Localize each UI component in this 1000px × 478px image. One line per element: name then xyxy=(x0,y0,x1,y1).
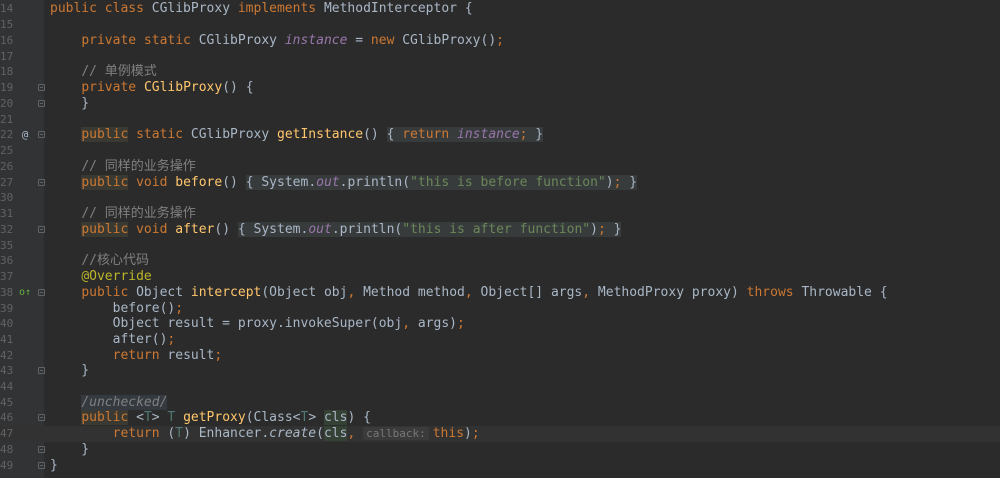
line-number: 25 xyxy=(0,144,13,157)
code-text[interactable]: public static CGlibProxy getInstance() {… xyxy=(50,127,544,143)
fold-toggle[interactable] xyxy=(38,462,45,469)
code-line[interactable]: 39 before(); xyxy=(0,301,1000,317)
code-line[interactable]: 45 /unchecked/ xyxy=(0,395,1000,411)
line-number: 48 xyxy=(0,443,13,456)
line-number: 45 xyxy=(0,396,13,409)
line-number: 42 xyxy=(0,349,13,362)
code-text[interactable]: return result; xyxy=(50,348,223,364)
code-line[interactable]: 22 @ public static CGlibProxy getInstanc… xyxy=(0,127,1000,143)
line-number: 26 xyxy=(0,160,13,173)
code-line[interactable]: 17 xyxy=(0,49,1000,65)
code-text[interactable]: } xyxy=(50,458,58,474)
line-number: 22 xyxy=(0,128,13,141)
fold-toggle[interactable] xyxy=(38,226,45,233)
code-editor[interactable]: 14 public class CGlibProxy implements Me… xyxy=(0,0,1000,478)
code-line[interactable]: 21 xyxy=(0,112,1000,128)
line-number: 21 xyxy=(0,113,13,126)
code-line[interactable]: 25 xyxy=(0,143,1000,159)
code-text[interactable]: Object result = proxy.invokeSuper(obj, a… xyxy=(50,316,465,332)
suppress-warning-comment[interactable]: /unchecked/ xyxy=(81,395,168,410)
code-text[interactable]: public void after() { System.out.println… xyxy=(50,222,622,238)
line-number: 36 xyxy=(0,254,13,267)
code-text[interactable]: after(); xyxy=(50,332,176,348)
implements-marker-icon[interactable]: @ xyxy=(19,127,31,143)
line-number: 37 xyxy=(0,270,13,283)
code-line[interactable]: 46 public <T> T getProxy(Class<T> cls) { xyxy=(0,410,1000,426)
code-line[interactable]: 14 public class CGlibProxy implements Me… xyxy=(0,1,1000,17)
line-number: 47 xyxy=(0,427,13,440)
code-text[interactable]: public Object intercept(Object obj, Meth… xyxy=(50,285,887,301)
code-text[interactable]: /unchecked/ xyxy=(50,395,168,411)
code-text[interactable]: public void before() { System.out.printl… xyxy=(50,175,638,191)
line-number: 16 xyxy=(0,34,13,47)
line-number: 41 xyxy=(0,333,13,346)
code-comment[interactable]: // 单例模式 xyxy=(50,64,156,80)
fold-toggle[interactable] xyxy=(38,446,45,453)
line-number: 27 xyxy=(0,176,13,189)
line-number: 44 xyxy=(0,380,13,393)
code-line[interactable]: 37 @Override xyxy=(0,269,1000,285)
line-number: 32 xyxy=(0,223,13,236)
fold-toggle[interactable] xyxy=(38,289,45,296)
code-line[interactable]: 20 } xyxy=(0,96,1000,112)
line-number: 17 xyxy=(0,50,13,63)
code-comment[interactable]: //核心代码 xyxy=(50,253,149,269)
code-text[interactable]: private CGlibProxy() { xyxy=(50,80,253,96)
fold-toggle[interactable] xyxy=(38,100,45,107)
line-number: 14 xyxy=(0,2,13,15)
line-number: 15 xyxy=(0,18,13,31)
code-line[interactable]: 48 } xyxy=(0,442,1000,458)
fold-toggle[interactable] xyxy=(38,414,45,421)
code-comment[interactable]: // 同样的业务操作 xyxy=(50,206,195,222)
line-number: 40 xyxy=(0,317,13,330)
code-annotation[interactable]: @Override xyxy=(50,269,151,285)
code-text[interactable]: before(); xyxy=(50,301,183,317)
code-line[interactable]: 16 private static CGlibProxy instance = … xyxy=(0,33,1000,49)
code-line[interactable]: 15 xyxy=(0,17,1000,33)
code-line[interactable]: 40 Object result = proxy.invokeSuper(obj… xyxy=(0,316,1000,332)
code-line[interactable]: 31 // 同样的业务操作 xyxy=(0,206,1000,222)
code-line[interactable]: 38 o↑ public Object intercept(Object obj… xyxy=(0,285,1000,301)
code-line[interactable]: 30 xyxy=(0,190,1000,206)
code-text[interactable]: public class CGlibProxy implements Metho… xyxy=(50,1,473,17)
code-line[interactable]: 26 // 同样的业务操作 xyxy=(0,159,1000,175)
code-line[interactable]: 36 //核心代码 xyxy=(0,253,1000,269)
code-line[interactable]: 49 } xyxy=(0,458,1000,474)
code-line[interactable]: 43 } xyxy=(0,363,1000,379)
code-line[interactable]: 44 xyxy=(0,379,1000,395)
fold-toggle[interactable] xyxy=(38,367,45,374)
line-number: 18 xyxy=(0,65,13,78)
line-number: 38 xyxy=(0,286,13,299)
code-text[interactable]: public <T> T getProxy(Class<T> cls) { xyxy=(50,410,371,426)
line-number: 31 xyxy=(0,207,13,220)
code-text[interactable]: return (T) Enhancer.create(cls, callback… xyxy=(50,426,480,442)
line-number: 43 xyxy=(0,364,13,377)
fold-toggle[interactable] xyxy=(38,131,45,138)
parameter-hint: callback: xyxy=(363,427,429,440)
code-text[interactable]: } xyxy=(50,96,89,112)
override-marker-icon[interactable]: o↑ xyxy=(19,285,31,301)
line-number: 39 xyxy=(0,302,13,315)
line-number: 30 xyxy=(0,191,13,204)
line-number: 20 xyxy=(0,97,13,110)
code-line[interactable]: 27 public void before() { System.out.pri… xyxy=(0,175,1000,191)
code-text[interactable]: private static CGlibProxy instance = new… xyxy=(50,33,504,49)
code-text[interactable]: } xyxy=(50,442,89,458)
line-number: 49 xyxy=(0,459,13,472)
code-line-current[interactable]: 47 return (T) Enhancer.create(cls, callb… xyxy=(0,426,1000,442)
code-line[interactable]: 41 after(); xyxy=(0,332,1000,348)
fold-toggle[interactable] xyxy=(38,84,45,91)
line-number: 19 xyxy=(0,81,13,94)
code-line[interactable]: 19 private CGlibProxy() { xyxy=(0,80,1000,96)
fold-toggle[interactable] xyxy=(38,179,45,186)
code-line[interactable]: 18 // 单例模式 xyxy=(0,64,1000,80)
line-number: 46 xyxy=(0,411,13,424)
line-number: 35 xyxy=(0,239,13,252)
code-comment[interactable]: // 同样的业务操作 xyxy=(50,159,195,175)
code-line[interactable]: 32 public void after() { System.out.prin… xyxy=(0,222,1000,238)
code-text[interactable]: } xyxy=(50,363,89,379)
code-line[interactable]: 42 return result; xyxy=(0,348,1000,364)
code-line[interactable]: 35 xyxy=(0,238,1000,254)
